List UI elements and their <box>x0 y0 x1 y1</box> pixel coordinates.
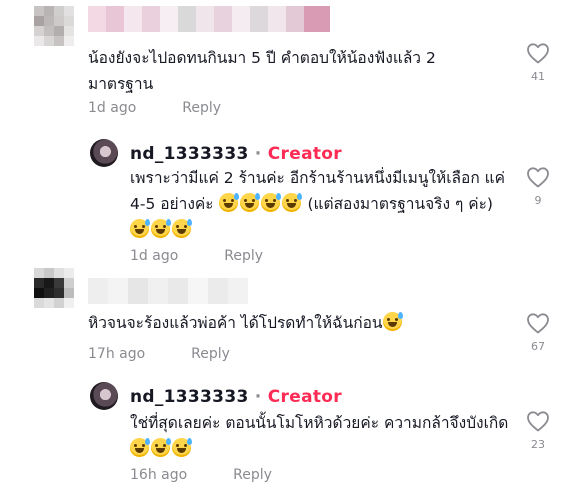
comment-meta: 17h ago Reply <box>88 346 230 362</box>
grinning-sweat-emoji <box>151 219 171 238</box>
grinning-sweat-emoji <box>260 193 281 212</box>
creator-username-line: nd_1333333 · Creator <box>130 387 342 407</box>
grinning-sweat-emoji <box>218 193 239 212</box>
like-count: 67 <box>531 340 545 353</box>
creator-avatar[interactable] <box>90 139 118 167</box>
reply-1: nd_1333333 · Creator เพราะว่ามีแค่ 2 ร้า… <box>0 130 577 264</box>
separator: · <box>254 387 262 407</box>
like-count: 41 <box>531 70 545 83</box>
separator: · <box>254 144 262 164</box>
username-blurred[interactable] <box>88 278 248 304</box>
grinning-sweat-emoji <box>172 438 192 457</box>
grinning-sweat-emoji <box>130 219 150 238</box>
avatar[interactable] <box>34 268 74 308</box>
like-button[interactable]: 23 <box>523 410 553 451</box>
comment-text: หิวจนจะร้องแล้วพ่อค้า ได้โปรดทำให้ฉันก่อ… <box>88 310 508 336</box>
reply-2: nd_1333333 · Creator ใช่ที่สุดเลยค่ะ ตอน… <box>0 370 577 483</box>
username[interactable]: nd_1333333 <box>130 387 249 407</box>
comment-1: น้องยังจะไปอดทนกินมา 5 ปี คำตอบให้น้องฟั… <box>0 0 577 130</box>
creator-badge: Creator <box>267 144 342 164</box>
like-count: 9 <box>534 194 542 207</box>
like-button[interactable]: 67 <box>523 312 553 353</box>
avatar[interactable] <box>34 6 74 46</box>
grinning-sweat-emoji <box>172 219 192 238</box>
timestamp: 16h ago <box>130 467 188 483</box>
reply-button[interactable]: Reply <box>233 467 272 483</box>
reply-button[interactable]: Reply <box>191 346 230 362</box>
grinning-sweat-emoji <box>130 438 150 457</box>
creator-username-line: nd_1333333 · Creator <box>130 144 342 164</box>
grinning-sweat-emoji <box>281 193 302 212</box>
grinning-sweat-emoji <box>382 312 403 331</box>
heart-outline-icon <box>527 313 549 334</box>
timestamp: 1d ago <box>88 100 137 116</box>
like-button[interactable]: 41 <box>523 42 553 83</box>
heart-outline-icon <box>527 167 549 188</box>
timestamp: 17h ago <box>88 346 146 362</box>
heart-outline-icon <box>527 411 549 432</box>
comment-meta: 16h ago Reply <box>130 467 272 483</box>
comment-text: น้องยังจะไปอดทนกินมา 5 ปี คำตอบให้น้องฟั… <box>88 49 436 93</box>
heart-outline-icon <box>527 43 549 64</box>
like-count: 23 <box>531 438 545 451</box>
grinning-sweat-emoji <box>151 438 171 457</box>
comment-text: ใช่ที่สุดเลยค่ะ ตอนนั้นโมโหหิวด้วยค่ะ คว… <box>130 410 510 462</box>
comment-2: หิวจนจะร้องแล้วพ่อค้า ได้โปรดทำให้ฉันก่อ… <box>0 262 577 362</box>
creator-badge: Creator <box>267 387 342 407</box>
creator-avatar[interactable] <box>90 382 118 410</box>
username[interactable]: nd_1333333 <box>130 144 249 164</box>
username-blurred[interactable] <box>88 6 330 32</box>
grinning-sweat-emoji <box>239 193 260 212</box>
comment-meta: 1d ago Reply <box>88 100 221 116</box>
reply-button[interactable]: Reply <box>182 100 221 116</box>
like-button[interactable]: 9 <box>523 166 553 207</box>
comment-text: เพราะว่ามีแค่ 2 ร้านค่ะ อีกร้านร้านหนึ่ง… <box>130 165 515 243</box>
